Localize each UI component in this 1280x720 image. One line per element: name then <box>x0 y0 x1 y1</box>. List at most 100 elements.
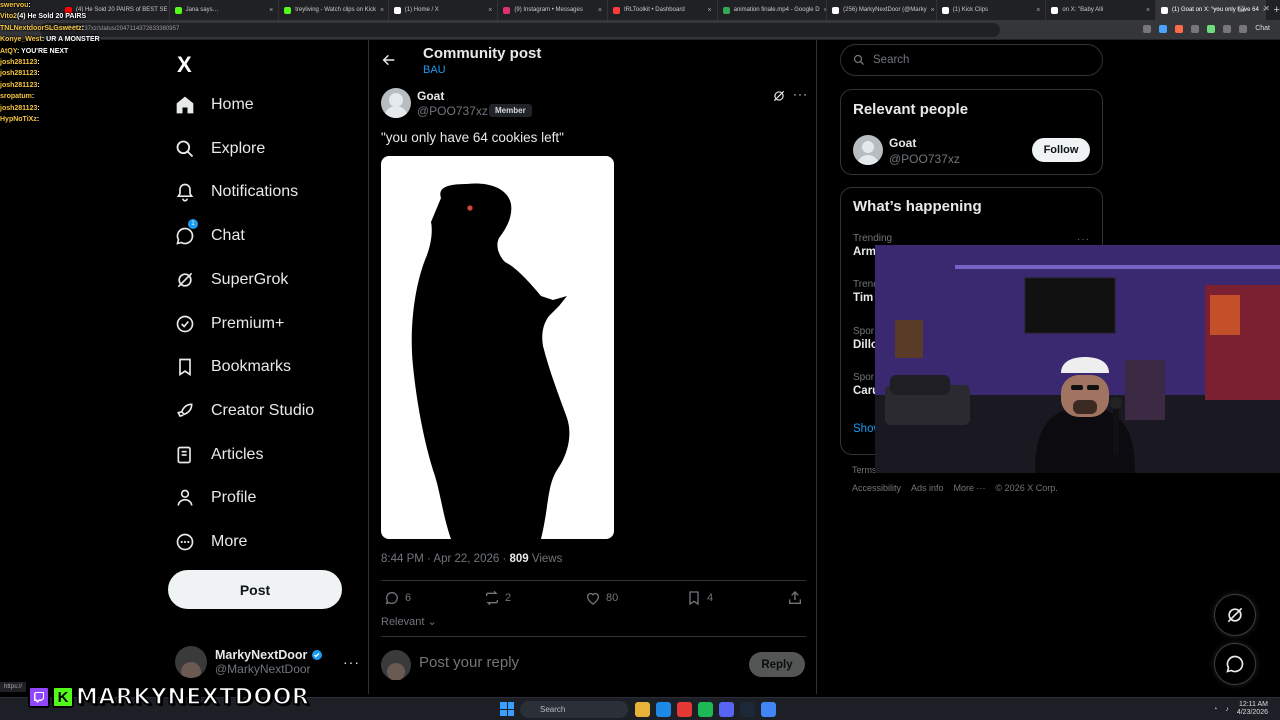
tab-close-icon[interactable]: × <box>269 7 273 14</box>
reply-sort-dropdown[interactable]: Relevant ⌄ <box>381 615 437 628</box>
post-author-name[interactable]: Goat <box>417 89 444 103</box>
grok-icon[interactable] <box>772 89 786 103</box>
bookmark-action[interactable]: 4 <box>686 590 713 606</box>
steam-icon[interactable] <box>740 702 755 717</box>
extension-icon[interactable] <box>1191 25 1200 33</box>
tab-close-icon[interactable]: × <box>598 7 602 14</box>
post-button[interactable]: Post <box>168 570 342 609</box>
account-switcher[interactable]: MarkyNextDoor @MarkyNextDoor ··· <box>175 642 360 682</box>
bookmark-star-icon[interactable] <box>1223 25 1232 33</box>
tab-close-icon[interactable]: × <box>931 7 935 14</box>
account-name: MarkyNextDoor <box>215 648 308 662</box>
maximize-icon[interactable]: ▢ <box>1238 4 1246 13</box>
address-bar[interactable]: x.com/POO737xz/status/204711437263338095… <box>40 23 1000 37</box>
person-handle[interactable]: @POO737xz <box>889 152 960 166</box>
reply-action[interactable]: 6 <box>384 590 411 606</box>
tab-close-icon[interactable]: × <box>380 7 384 14</box>
close-window-icon[interactable]: ✕ <box>1263 4 1270 13</box>
nav-profile[interactable]: Profile <box>175 483 256 513</box>
floating-chat-button[interactable] <box>1214 643 1256 685</box>
browser-chat-button[interactable]: Chat <box>1255 25 1270 33</box>
back-arrow-icon[interactable] <box>381 52 397 68</box>
nav-more[interactable]: More <box>175 527 247 557</box>
browser-tab[interactable]: (1) Home / X × <box>389 0 499 20</box>
trend-more-icon[interactable]: ··· <box>1077 234 1090 245</box>
tab-close-icon[interactable]: × <box>1036 7 1040 14</box>
file-explorer-icon[interactable] <box>635 702 650 717</box>
reply-icon <box>385 591 398 605</box>
extension-icon[interactable] <box>1159 25 1168 33</box>
nav-label: Premium+ <box>211 315 285 332</box>
profile-icon[interactable] <box>1239 25 1248 33</box>
avatar[interactable] <box>853 135 883 165</box>
account-more-icon[interactable]: ··· <box>343 654 360 670</box>
post-image[interactable] <box>381 156 614 539</box>
reply-input[interactable] <box>419 654 719 671</box>
tab-close-icon[interactable]: × <box>707 7 711 14</box>
spotify-icon[interactable] <box>698 702 713 717</box>
browser-tab[interactable]: animation finale.mp4 - Google D× <box>718 0 828 20</box>
extension-icon[interactable] <box>1207 25 1216 33</box>
nav-creator-studio[interactable]: Creator Studio <box>175 396 314 426</box>
chat-username: Vito2 <box>0 13 17 21</box>
browser-tab[interactable]: IRLToolkit • Dashboard × <box>608 0 718 20</box>
share-action[interactable] <box>787 590 803 606</box>
taskbar-search[interactable]: Search <box>520 701 628 718</box>
edge-icon[interactable] <box>656 702 671 717</box>
browser-tab[interactable]: treyliving - Watch clips on Kick × <box>279 0 389 20</box>
repost-action[interactable]: 2 <box>484 590 511 606</box>
community-link[interactable]: BAU <box>423 64 446 76</box>
post-more-icon[interactable]: ··· <box>793 87 808 101</box>
footer-link[interactable]: Terms <box>852 465 877 475</box>
post-author-avatar[interactable] <box>381 88 411 118</box>
nav-supergrok[interactable]: SuperGrok <box>175 265 288 295</box>
minimize-icon[interactable]: — <box>1212 4 1220 13</box>
new-tab-button[interactable]: + <box>1274 4 1280 16</box>
volume-icon[interactable]: ♪ <box>1225 706 1229 713</box>
app-icon[interactable] <box>677 702 692 717</box>
page-title: Community post <box>423 45 542 62</box>
chrome-icon[interactable] <box>761 702 776 717</box>
reply-button[interactable]: Reply <box>749 652 805 677</box>
browser-tab[interactable]: Jana says… × <box>170 0 280 20</box>
clock-time: 12:11 AM <box>1238 701 1268 708</box>
reply-sort-label: Relevant <box>381 616 425 628</box>
browser-tab[interactable]: (9) Instagram • Messages × <box>498 0 608 20</box>
windows-start-icon[interactable] <box>500 702 514 716</box>
browser-tab[interactable]: on X: "Baby Alli × <box>1046 0 1156 20</box>
nav-bookmarks[interactable]: Bookmarks <box>175 352 291 382</box>
network-icon[interactable]: ◔ <box>1213 706 1217 713</box>
x-logo[interactable]: X <box>177 52 192 78</box>
twitch-logo-icon <box>28 686 50 708</box>
nav-notifications[interactable]: Notifications <box>175 177 298 207</box>
footer-link[interactable]: Accessibility <box>852 483 901 493</box>
search-box[interactable] <box>840 44 1103 76</box>
tab-favicon-icon <box>1051 6 1059 14</box>
nav-premium[interactable]: Premium+ <box>175 309 284 339</box>
divider <box>381 636 806 637</box>
footer-link[interactable]: Ads info <box>911 483 944 493</box>
clock[interactable]: 12:11 AM 4/23/2026 <box>1237 701 1268 717</box>
extension-icon[interactable] <box>1175 25 1184 33</box>
relevant-people-card: Relevant people Goat @POO737xz Follow <box>840 89 1103 175</box>
browser-tab[interactable]: (256) MarkyNextDoor (@Marky × <box>827 0 937 20</box>
like-action[interactable]: 80 <box>585 590 618 606</box>
follow-button[interactable]: Follow <box>1032 138 1090 162</box>
tab-close-icon[interactable]: × <box>1146 7 1150 14</box>
nav-home[interactable]: Home <box>175 90 254 120</box>
nav-articles[interactable]: Articles <box>175 440 263 470</box>
discord-icon[interactable] <box>719 702 734 717</box>
footer-link[interactable]: More ··· <box>954 483 986 493</box>
nav-explore[interactable]: Explore <box>175 134 265 164</box>
person-name[interactable]: Goat <box>889 136 916 150</box>
search-input[interactable] <box>873 54 1073 66</box>
bell-icon <box>176 183 194 202</box>
tab-close-icon[interactable]: × <box>488 7 492 14</box>
post-time[interactable]: 8:44 PM · Apr 22, 2026 · <box>381 553 510 565</box>
floating-grok-button[interactable] <box>1214 594 1256 636</box>
trend-category: Trending <box>853 233 893 244</box>
nav-chat[interactable]: 1 Chat <box>175 219 245 251</box>
extension-icon[interactable] <box>1143 25 1152 33</box>
browser-tab[interactable]: (1) Kick Clips × <box>937 0 1047 20</box>
post-author-handle[interactable]: @POO737xz <box>417 104 488 118</box>
